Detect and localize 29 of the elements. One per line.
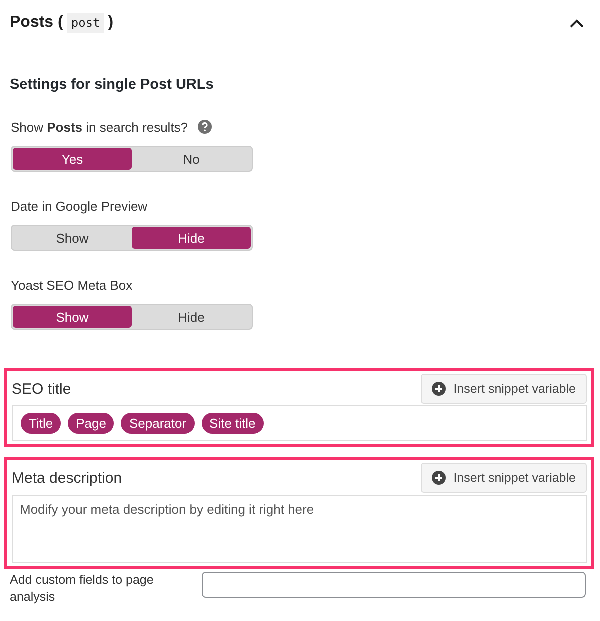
setting-label: Show Posts in search results? bbox=[11, 120, 188, 134]
snippet-tag[interactable]: Title bbox=[21, 412, 62, 434]
collapse-icon[interactable] bbox=[570, 18, 584, 28]
snippet-tag[interactable]: Site title bbox=[202, 412, 264, 434]
title-input-field[interactable]: Title Page Separator Site title bbox=[12, 405, 587, 441]
toggle-option[interactable]: Show bbox=[13, 227, 132, 249]
snippet-tag[interactable]: Separator bbox=[121, 412, 195, 434]
toggle-option[interactable]: Hide bbox=[132, 227, 251, 249]
section-title: Posts ( bbox=[10, 14, 64, 32]
setting-label: Yoast SEO Meta Box bbox=[11, 278, 133, 292]
description-input-field[interactable]: Modify your meta description by editing it right here bbox=[12, 495, 587, 563]
toggle-option[interactable]: Yes bbox=[13, 148, 132, 170]
insert-variable-button[interactable]: Insert snippet variable bbox=[420, 463, 587, 493]
settings-subheading: Settings for single Post URLs bbox=[10, 77, 215, 93]
snippet-tag[interactable]: Page bbox=[68, 412, 114, 434]
toggle-option[interactable]: Hide bbox=[132, 306, 251, 328]
section-title: ) bbox=[108, 14, 114, 32]
plus-icon bbox=[432, 471, 446, 485]
custom-fields-input[interactable] bbox=[202, 572, 586, 598]
custom-fields-label: Add custom fields to page analysis bbox=[10, 572, 155, 606]
plus-icon bbox=[432, 382, 446, 396]
help-icon[interactable] bbox=[198, 120, 212, 134]
field-label: SEO title bbox=[12, 380, 72, 398]
toggle-option[interactable]: Show bbox=[13, 306, 132, 328]
field-label: Meta description bbox=[12, 470, 122, 486]
setting-label: Date in Google Preview bbox=[11, 198, 148, 214]
toggle-option[interactable]: No bbox=[132, 148, 251, 170]
post-type-code: post bbox=[67, 13, 104, 33]
insert-variable-button[interactable]: Insert snippet variable bbox=[420, 374, 587, 404]
